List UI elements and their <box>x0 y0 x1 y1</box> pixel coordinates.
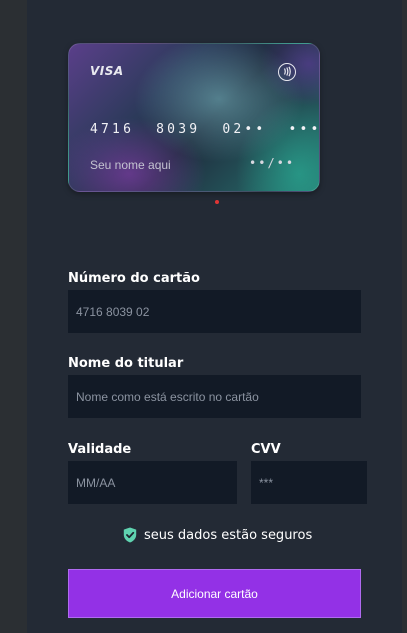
holder-name-placeholder: Nome como está escrito no cartão <box>76 389 259 404</box>
add-card-button[interactable]: Adicionar cartão <box>68 569 361 618</box>
contactless-icon <box>278 63 296 81</box>
security-note-text: seus dados estão seguros <box>144 527 313 543</box>
card-expiry-display: ••/•• <box>249 156 296 170</box>
expiry-placeholder: MM/AA <box>76 475 116 490</box>
security-note: seus dados estão seguros <box>123 527 312 543</box>
holder-name-label: Nome do titular <box>68 356 184 371</box>
expiry-label: Validade <box>68 442 132 457</box>
shield-check-icon <box>123 527 137 543</box>
card-number-label: Número do cartão <box>68 271 200 286</box>
card-number-value: 4716 8039 02 <box>76 304 150 319</box>
cvv-input[interactable]: *** <box>251 461 367 504</box>
card-brand-visa: VISA <box>90 64 124 78</box>
card-holder-display: Seu nome aqui <box>90 158 171 172</box>
carousel-indicator-dot[interactable] <box>215 200 219 204</box>
cvv-label: CVV <box>251 442 281 457</box>
expiry-input[interactable]: MM/AA <box>68 461 237 504</box>
card-number-display: 4716 8039 02•• •••• <box>90 122 320 137</box>
card-number-input[interactable]: 4716 8039 02 <box>68 290 361 333</box>
credit-card-preview: VISA 4716 8039 02•• •••• Seu nome aqui •… <box>68 43 320 192</box>
holder-name-input[interactable]: Nome como está escrito no cartão <box>68 375 361 418</box>
cvv-placeholder: *** <box>259 475 274 490</box>
